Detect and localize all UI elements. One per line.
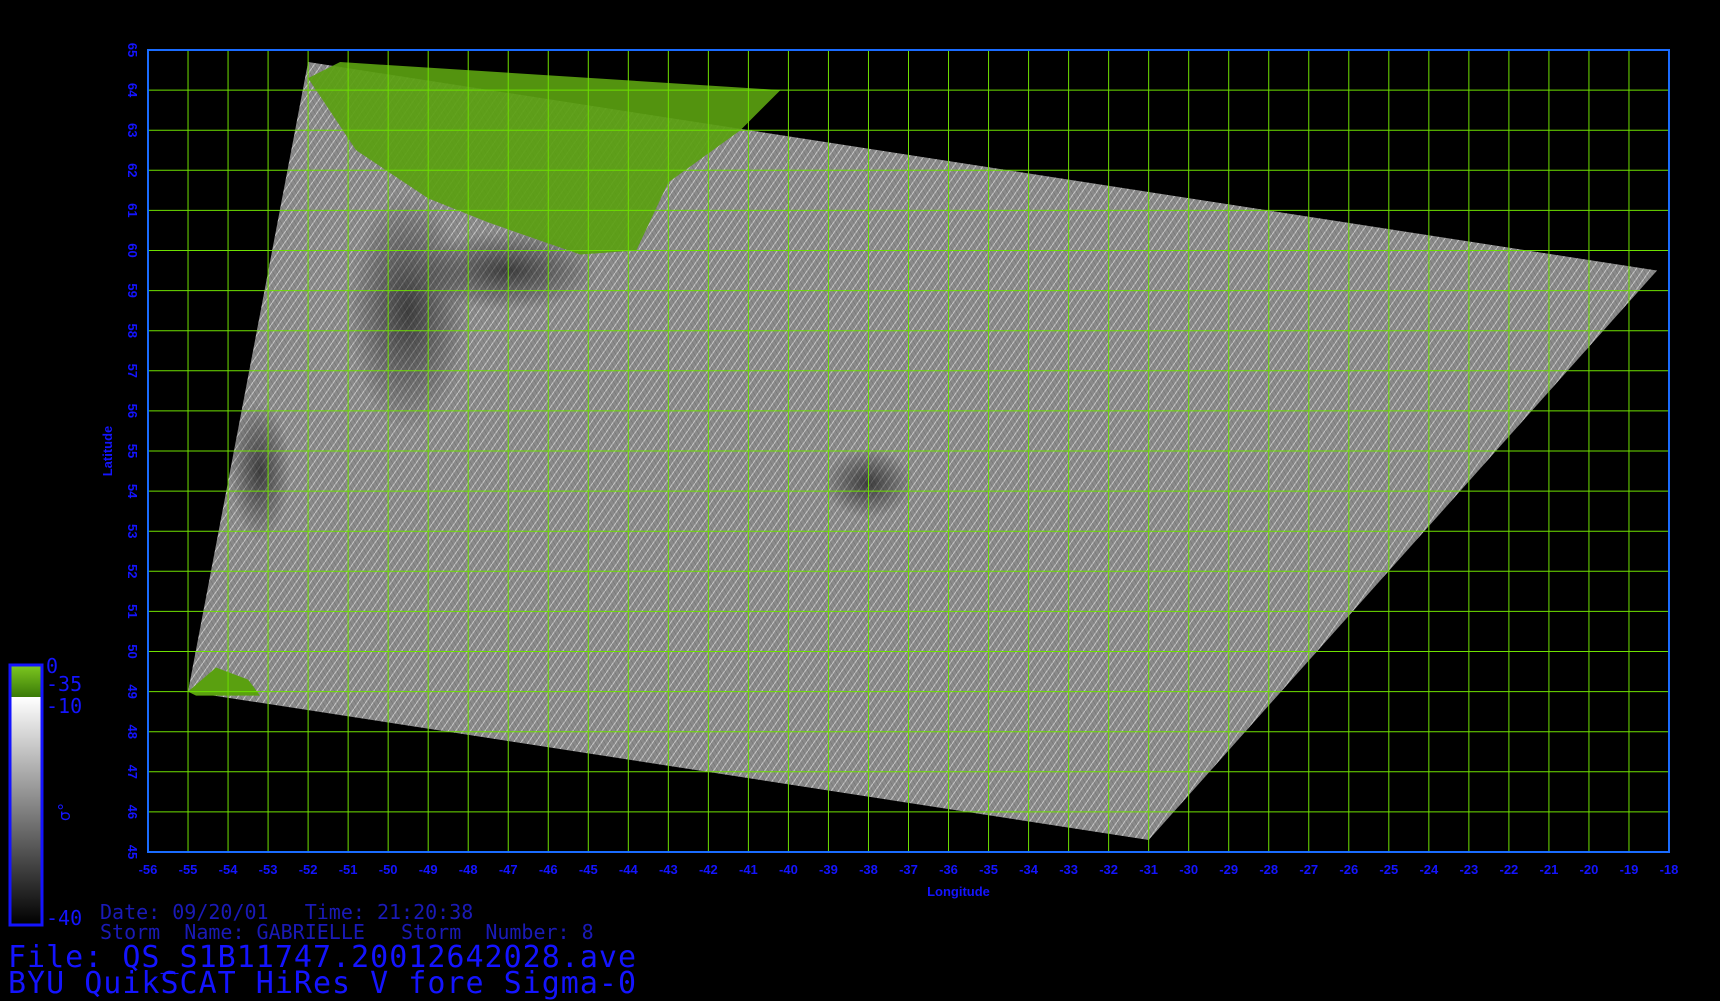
colorbar-tick-label: -40 xyxy=(46,906,82,930)
colorbar-land-segment xyxy=(10,665,42,697)
lat-lon-grid xyxy=(147,49,1670,853)
y-tick-label: 47 xyxy=(125,765,140,779)
x-tick-label: -38 xyxy=(859,862,878,877)
x-tick-label: -47 xyxy=(499,862,518,877)
colorbar-gradient xyxy=(10,697,42,925)
x-tick-label: -20 xyxy=(1580,862,1599,877)
sigma0-map: -56 -55 -54 -53 -52 -51 -50 -49 -48 -47 -46 -45 -44 -… xyxy=(8,43,1679,930)
x-tick-label: -21 xyxy=(1540,862,1559,877)
y-tick-label: 48 xyxy=(125,724,140,738)
colorbar: 0-35-10-40σ° xyxy=(8,654,82,930)
x-tick-label: -49 xyxy=(419,862,438,877)
x-tick-label: -35 xyxy=(979,862,998,877)
x-tick-label: -33 xyxy=(1059,862,1078,877)
product-title: BYU QuikSCAT HiRes V fore Sigma-0 xyxy=(8,966,638,1001)
y-tick-label: 58 xyxy=(125,323,140,337)
colorbar-tick-label: -10 xyxy=(46,694,82,718)
x-tick-label: -48 xyxy=(459,862,478,877)
y-tick-label: 56 xyxy=(125,404,140,418)
dark-feature xyxy=(230,401,291,542)
x-tick-label: -31 xyxy=(1139,862,1158,877)
colorbar-tick-label: -35 xyxy=(46,672,82,696)
dark-feature xyxy=(348,190,469,431)
y-tick-label: 59 xyxy=(125,283,140,297)
x-tick-label: -43 xyxy=(659,862,678,877)
y-tick-label: 52 xyxy=(125,564,140,578)
y-tick-label: 53 xyxy=(125,524,140,538)
x-tick-label: -23 xyxy=(1459,862,1478,877)
y-tick-label: 46 xyxy=(125,805,140,819)
x-tick-label: -34 xyxy=(1019,862,1039,877)
x-tick-label: -41 xyxy=(739,862,758,877)
y-tick-label: 62 xyxy=(125,163,140,177)
x-tick-label: -54 xyxy=(219,862,239,877)
x-tick-label: -44 xyxy=(619,862,639,877)
y-tick-label: 63 xyxy=(125,123,140,137)
x-tick-label: -37 xyxy=(899,862,918,877)
x-tick-label: -29 xyxy=(1219,862,1238,877)
y-tick-label: 50 xyxy=(125,644,140,658)
x-tick-label: -27 xyxy=(1299,862,1318,877)
x-tick-label: -28 xyxy=(1259,862,1278,877)
x-tick-label: -51 xyxy=(339,862,358,877)
x-tick-label: -55 xyxy=(179,862,198,877)
x-tick-label: -19 xyxy=(1620,862,1639,877)
x-tick-label: -45 xyxy=(579,862,598,877)
x-tick-label: -32 xyxy=(1099,862,1118,877)
x-tick-label: -40 xyxy=(779,862,798,877)
y-tick-label: 57 xyxy=(125,364,140,378)
y-tick-label: 61 xyxy=(125,203,140,217)
y-tick-label: 64 xyxy=(125,83,140,98)
x-tick-label: -42 xyxy=(699,862,718,877)
x-tick-label: -52 xyxy=(299,862,318,877)
x-tick-label: -46 xyxy=(539,862,558,877)
y-tick-label: 65 xyxy=(125,43,140,57)
x-tick-label: -50 xyxy=(379,862,398,877)
y-tick-label: 45 xyxy=(125,845,140,859)
x-tick-label: -18 xyxy=(1660,862,1679,877)
x-tick-label: -39 xyxy=(819,862,838,877)
x-tick-label: -36 xyxy=(939,862,958,877)
colorbar-label: σ° xyxy=(55,803,74,821)
x-tick-label: -30 xyxy=(1179,862,1198,877)
x-tick-label: -56 xyxy=(139,862,158,877)
x-tick-label: -53 xyxy=(259,862,278,877)
x-tick-label: -24 xyxy=(1419,862,1439,877)
y-tick-label: 55 xyxy=(125,444,140,458)
y-axis-label: Latitude xyxy=(100,426,115,477)
y-tick-label: 54 xyxy=(125,484,140,499)
y-tick-label: 49 xyxy=(125,684,140,698)
x-tick-label: -26 xyxy=(1339,862,1358,877)
x-tick-label: -25 xyxy=(1379,862,1398,877)
y-tick-label: 51 xyxy=(125,604,140,618)
x-axis-label: Longitude xyxy=(927,884,990,899)
x-tick-label: -22 xyxy=(1499,862,1518,877)
y-tick-label: 60 xyxy=(125,243,140,257)
